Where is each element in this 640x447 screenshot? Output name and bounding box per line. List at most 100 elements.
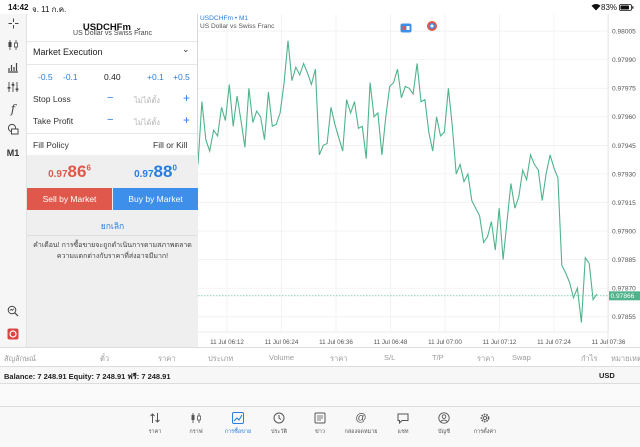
balance-bar: Balance: 7 248.91 Equity: 7 248.91 ฟรี: … — [0, 367, 640, 384]
execution-warning: คำเตือน! การซื้อขายจะถูกดำเนินการตามสภาพ… — [33, 242, 192, 260]
stop-loss-minus[interactable]: − — [107, 92, 113, 104]
timeframe-button[interactable]: M1 — [3, 144, 23, 162]
volume-plus-big[interactable]: +0.5 — [173, 72, 190, 82]
x-tick-label: 11 Jul 06:24 — [265, 339, 299, 346]
take-profit-value[interactable]: ไม่ได้ตั้ง — [134, 117, 160, 129]
col-sl[interactable]: S/L — [384, 353, 395, 362]
x-tick-label: 11 Jul 07:00 — [428, 339, 462, 346]
col-symbol[interactable]: สัญลักษณ์ — [4, 353, 36, 365]
sell-price: 0.97866 — [48, 162, 91, 181]
col-swap[interactable]: Swap — [512, 353, 531, 362]
price-chart[interactable]: 0.98005 0.97990 0.97975 0.97960 0.97945 0.979… — [197, 14, 640, 347]
current-price-tag: 0.97866 — [609, 291, 640, 301]
indicators-icon[interactable] — [3, 58, 23, 76]
objects-icon[interactable] — [3, 120, 23, 138]
account-icon — [424, 411, 464, 425]
take-profit-plus[interactable]: + — [183, 113, 190, 127]
take-profit-label: Take Profit — [33, 116, 74, 126]
function-icon[interactable]: f — [3, 100, 23, 118]
stop-loss-value[interactable]: ไม่ได้ตั้ง — [134, 95, 160, 107]
chart-title: USDCHFm • M1 — [200, 15, 249, 22]
buy-by-market-button[interactable]: Buy by Market — [113, 188, 198, 210]
one-click-trading-icon[interactable] — [400, 20, 412, 38]
x-tick-label: 11 Jul 06:36 — [319, 339, 353, 346]
y-tick-label: 0.97900 — [612, 228, 636, 235]
y-tick-label: 0.97915 — [612, 200, 636, 207]
volume-plus-small[interactable]: +0.1 — [147, 72, 164, 82]
y-tick-label: 0.97945 — [612, 143, 636, 150]
tab-mailbox[interactable]: @ กล่องจดหมาย — [341, 411, 381, 436]
app-logo-icon[interactable] — [3, 325, 23, 343]
balance-text: Balance: 7 248.91 Equity: 7 248.91 ฟรี: … — [4, 372, 171, 381]
left-toolbar: f M1 — [0, 14, 27, 347]
candles-icon — [176, 411, 216, 425]
x-tick-label: 11 Jul 07:24 — [537, 339, 571, 346]
volume-minus-small[interactable]: -0.1 — [63, 72, 78, 82]
col-comment[interactable]: หมายเหตุ — [611, 353, 640, 365]
gear-icon — [465, 411, 505, 425]
volume-value[interactable]: 0.40 — [104, 72, 121, 82]
fill-policy-value[interactable]: Fill or Kill — [153, 140, 187, 150]
order-type-select[interactable]: Market Execution ⌄ — [27, 41, 198, 63]
tab-news[interactable]: ข่าว — [300, 411, 340, 436]
y-tick-label: 0.97885 — [612, 257, 636, 264]
timeframe-label: M1 — [6, 148, 20, 158]
tab-history[interactable]: ประวัติ — [259, 411, 299, 436]
positions-table-header: สัญลักษณ์ ตั๋ว ราคา ประเภท Volume ราคา S… — [0, 347, 640, 367]
symbol-description: US Dollar vs Swiss Franc — [73, 30, 152, 37]
history-icon — [259, 411, 299, 425]
col-profit[interactable]: กำไร — [581, 353, 598, 365]
chart-area[interactable]: 0.98005 0.97990 0.97975 0.97960 0.97945 0.979… — [197, 14, 640, 347]
tab-accounts[interactable]: บัญชี — [424, 411, 464, 436]
col-tp[interactable]: T/P — [432, 353, 444, 362]
order-panel: USDCHFm ⌄ US Dollar vs Swiss Franc Marke… — [27, 14, 198, 347]
buy-price: 0.97880 — [134, 162, 177, 181]
trade-chart-icon — [218, 411, 258, 425]
at-icon: @ — [355, 412, 367, 424]
y-tick-label: 0.97960 — [612, 114, 636, 121]
settings-sliders-icon[interactable] — [3, 78, 23, 96]
x-tick-label: 11 Jul 07:36 — [592, 339, 626, 346]
chevron-down-icon: ⌄ — [182, 44, 190, 54]
battery-text: 83% — [601, 3, 618, 12]
bottom-tab-bar: ราคา กราฟ การซื้อขาย ประวัติ ข่าว @ กล่อ… — [0, 406, 640, 447]
y-tick-label: 0.98005 — [612, 29, 636, 36]
svg-text:0.97866: 0.97866 — [611, 293, 635, 300]
status-bar: 14:42 จ. 11 ก.ค. 83% — [0, 0, 640, 14]
volume-minus-big[interactable]: -0.5 — [38, 72, 53, 82]
search-chart-icon[interactable] — [3, 302, 23, 320]
tab-chat[interactable]: แชท — [383, 411, 423, 436]
tab-settings[interactable]: การตั้งค่า — [465, 411, 505, 436]
battery-icon — [619, 4, 634, 13]
sell-by-market-button[interactable]: Sell by Market — [27, 188, 112, 210]
order-type-label: Market Execution — [33, 47, 103, 57]
stop-loss-label: Stop Loss — [33, 94, 71, 104]
crosshair-icon[interactable] — [3, 14, 23, 32]
col-volume[interactable]: Volume — [269, 353, 294, 362]
chart-type-icon[interactable] — [3, 36, 23, 54]
wifi-icon — [591, 3, 601, 13]
fill-policy-label: Fill Policy — [33, 140, 69, 150]
x-tick-label: 11 Jul 06:48 — [374, 339, 408, 346]
stop-loss-plus[interactable]: + — [183, 91, 190, 105]
y-tick-label: 0.97975 — [612, 86, 636, 93]
take-profit-minus[interactable]: − — [107, 114, 113, 126]
tab-trade[interactable]: การซื้อขาย — [218, 411, 258, 436]
col-type[interactable]: ประเภท — [208, 353, 233, 365]
positions-list — [0, 384, 640, 406]
balance-currency: USD — [599, 371, 615, 380]
status-time: 14:42 — [8, 3, 29, 12]
col-ticket[interactable]: ตั๋ว — [100, 353, 109, 365]
y-tick-label: 0.97930 — [612, 171, 636, 178]
x-tick-label: 11 Jul 06:12 — [210, 339, 244, 346]
chart-subtitle: US Dollar vs Swiss Franc — [200, 23, 275, 30]
chart-mode-icon[interactable] — [426, 19, 438, 37]
col-price[interactable]: ราคา — [330, 353, 347, 365]
tab-quotes[interactable]: ราคา — [135, 411, 175, 436]
cancel-button[interactable]: ยกเลิก — [27, 219, 198, 233]
news-icon — [300, 411, 340, 425]
col-open-price[interactable]: ราคา — [158, 353, 175, 365]
tab-charts[interactable]: กราฟ — [176, 411, 216, 436]
col-current-price[interactable]: ราคา — [477, 353, 494, 365]
x-tick-label: 11 Jul 07:12 — [483, 339, 517, 346]
